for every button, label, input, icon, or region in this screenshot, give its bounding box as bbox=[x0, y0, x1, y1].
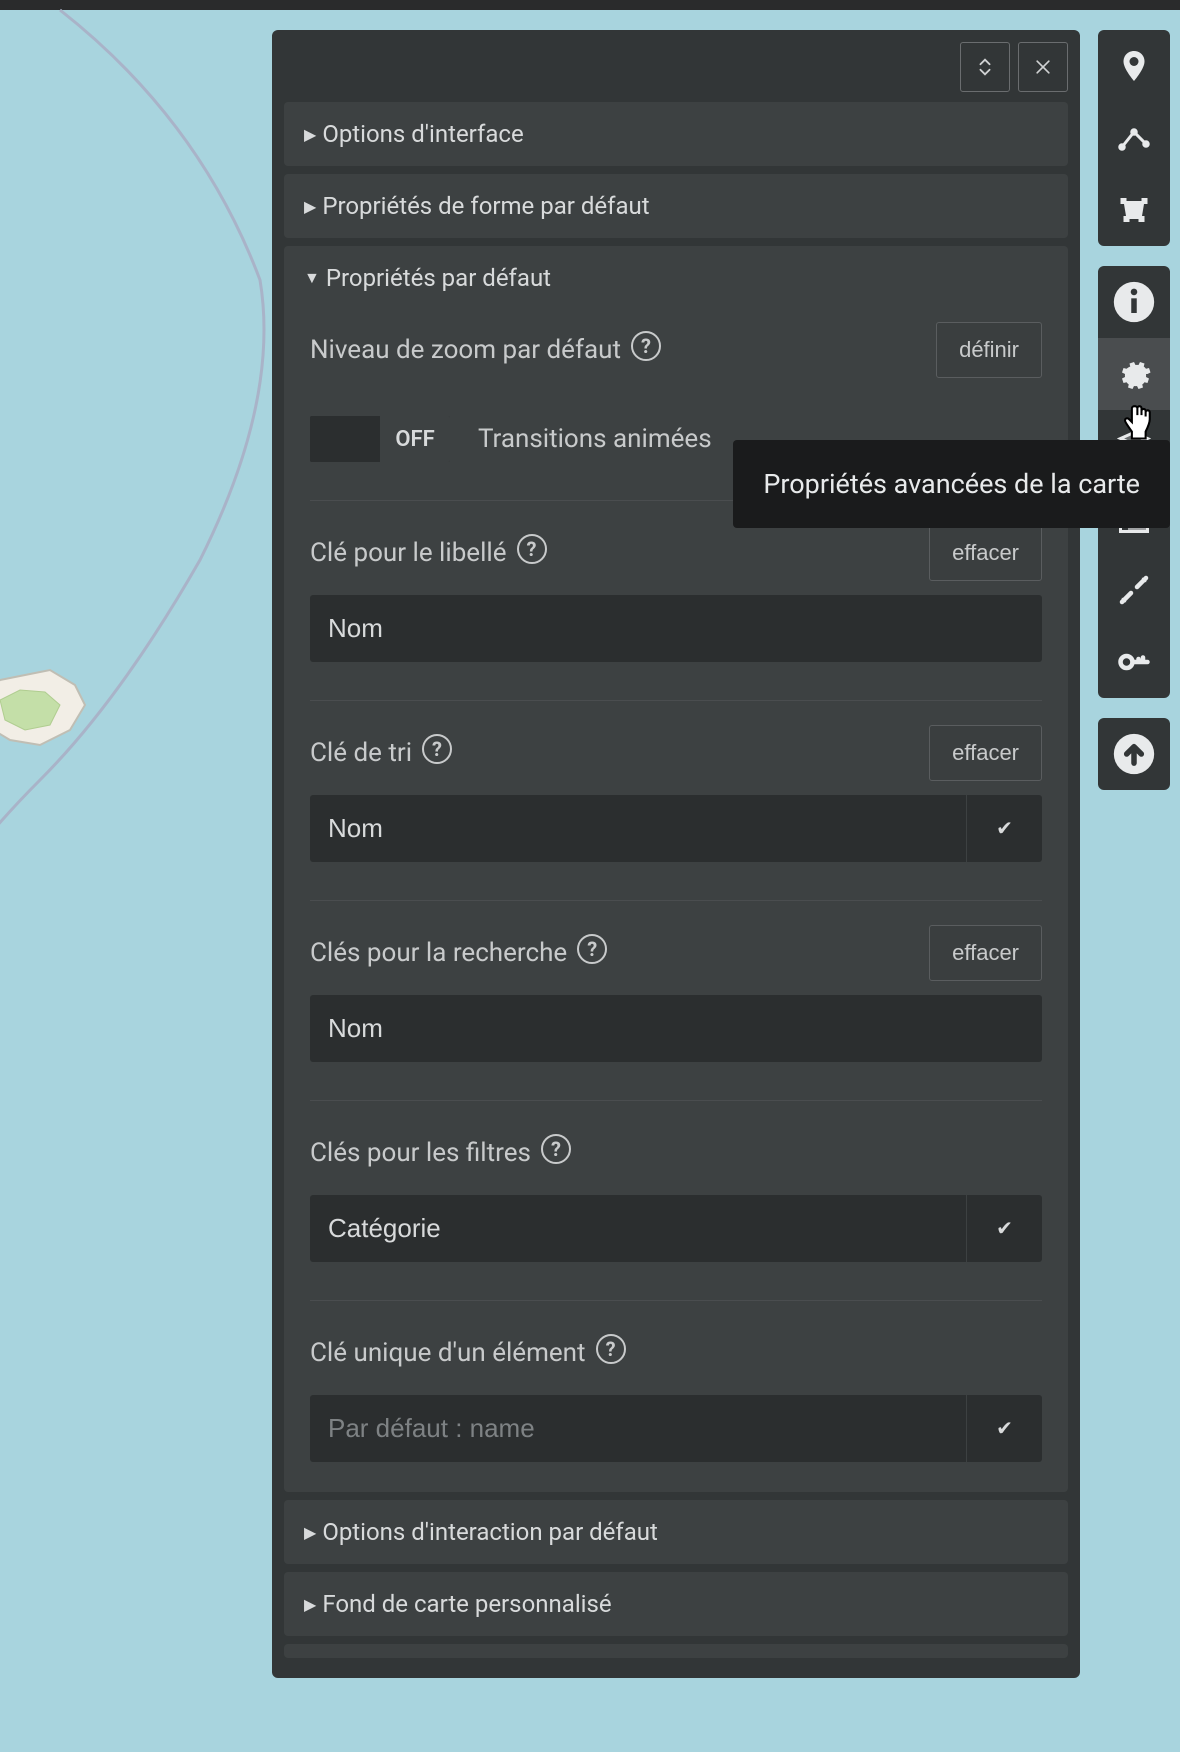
accordion-label: Options d'interface bbox=[322, 120, 523, 148]
filter-keys-input[interactable] bbox=[310, 1195, 966, 1262]
clear-label-key-button[interactable]: effacer bbox=[929, 525, 1042, 581]
label-key-label: Clé pour le libellé bbox=[310, 538, 507, 568]
settings-panel: ▶ Options d'interface ▶ Propriétés de fo… bbox=[272, 30, 1080, 1678]
zoom-label: Niveau de zoom par défaut bbox=[310, 335, 621, 365]
search-keys-input[interactable] bbox=[310, 995, 1042, 1062]
transitions-toggle[interactable]: OFF bbox=[310, 416, 450, 462]
help-icon[interactable]: ? bbox=[596, 1334, 626, 1364]
line-icon bbox=[1116, 120, 1152, 156]
divider bbox=[310, 1300, 1042, 1301]
unique-key-input[interactable] bbox=[310, 1395, 966, 1462]
confirm-sort-key-button[interactable]: ✔ bbox=[966, 795, 1042, 862]
toggle-on-empty bbox=[310, 416, 380, 462]
upload-button[interactable] bbox=[1098, 718, 1170, 790]
tooltip-advanced-properties: Propriétés avancées de la carte bbox=[733, 440, 1170, 528]
row-search-keys: Clés pour la recherche ? effacer bbox=[310, 925, 1042, 1062]
help-icon[interactable]: ? bbox=[517, 534, 547, 564]
row-sort-key: Clé de tri ? effacer ✔ bbox=[310, 725, 1042, 862]
row-label-key: Clé pour le libellé ? effacer bbox=[310, 525, 1042, 662]
row-filter-keys: Clés pour les filtres ? ✔ bbox=[310, 1125, 1042, 1262]
help-icon[interactable]: ? bbox=[422, 734, 452, 764]
polygon-icon bbox=[1116, 192, 1152, 228]
close-button[interactable] bbox=[1018, 42, 1068, 92]
caret-right-icon: ▶ bbox=[304, 197, 316, 216]
draw-marker-button[interactable] bbox=[1098, 30, 1170, 102]
draw-polygon-button[interactable] bbox=[1098, 174, 1170, 246]
unique-key-label: Clé unique d'un élément bbox=[310, 1338, 586, 1368]
accordion-custom-basemap[interactable]: ▶ Fond de carte personnalisé bbox=[284, 1572, 1068, 1636]
accordion-interface-options[interactable]: ▶ Options d'interface bbox=[284, 102, 1068, 166]
search-keys-label: Clés pour la recherche bbox=[310, 938, 567, 968]
info-icon bbox=[1112, 280, 1156, 324]
accordion-label: Propriétés de forme par défaut bbox=[322, 192, 649, 220]
help-icon[interactable]: ? bbox=[541, 1134, 571, 1164]
clear-search-keys-button[interactable]: effacer bbox=[929, 925, 1042, 981]
row-unique-key: Clé unique d'un élément ? ✔ bbox=[310, 1325, 1042, 1462]
divider bbox=[310, 1100, 1042, 1101]
row-default-zoom: Niveau de zoom par défaut ? définir bbox=[310, 322, 1042, 378]
accordion-interaction-defaults[interactable]: ▶ Options d'interaction par défaut bbox=[284, 1500, 1068, 1564]
accordion-default-properties: ▼ Propriétés par défaut Niveau de zoom p… bbox=[284, 246, 1068, 1492]
label-key-input[interactable] bbox=[310, 595, 1042, 662]
accordion-label: Fond de carte personnalisé bbox=[322, 1590, 611, 1618]
upload-group bbox=[1098, 718, 1170, 790]
center-icon bbox=[1116, 572, 1152, 608]
info-button[interactable] bbox=[1098, 266, 1170, 338]
confirm-filter-keys-button[interactable]: ✔ bbox=[966, 1195, 1042, 1262]
gear-icon bbox=[1116, 356, 1152, 392]
sort-key-input[interactable] bbox=[310, 795, 966, 862]
accordion-default-properties-header[interactable]: ▼ Propriétés par défaut bbox=[304, 264, 1048, 292]
accordion-label: Options d'interaction par défaut bbox=[322, 1518, 658, 1546]
help-icon[interactable]: ? bbox=[577, 934, 607, 964]
right-toolbar bbox=[1098, 30, 1170, 790]
draw-line-button[interactable] bbox=[1098, 102, 1170, 174]
divider bbox=[310, 900, 1042, 901]
toggle-off-label: OFF bbox=[380, 416, 450, 462]
caret-right-icon: ▶ bbox=[304, 125, 316, 144]
filter-keys-label: Clés pour les filtres bbox=[310, 1138, 531, 1168]
panel-header bbox=[284, 42, 1068, 102]
permissions-button[interactable] bbox=[1098, 626, 1170, 698]
expand-collapse-button[interactable] bbox=[960, 42, 1010, 92]
draw-tools-group bbox=[1098, 30, 1170, 246]
transitions-label: Transitions animées bbox=[478, 424, 712, 454]
accordion-label: Propriétés par défaut bbox=[326, 264, 551, 292]
clear-sort-key-button[interactable]: effacer bbox=[929, 725, 1042, 781]
confirm-unique-key-button[interactable]: ✔ bbox=[966, 1395, 1042, 1462]
key-icon bbox=[1116, 644, 1152, 680]
marker-icon bbox=[1116, 48, 1152, 84]
accordion-shape-defaults[interactable]: ▶ Propriétés de forme par défaut bbox=[284, 174, 1068, 238]
settings-button[interactable] bbox=[1098, 338, 1170, 410]
divider bbox=[310, 700, 1042, 701]
map-island bbox=[0, 650, 110, 770]
caret-right-icon: ▶ bbox=[304, 1523, 316, 1542]
define-zoom-button[interactable]: définir bbox=[936, 322, 1042, 378]
upload-icon bbox=[1112, 732, 1156, 776]
close-icon bbox=[1033, 57, 1053, 77]
center-button[interactable] bbox=[1098, 554, 1170, 626]
sort-key-label: Clé de tri bbox=[310, 738, 412, 768]
help-icon[interactable]: ? bbox=[631, 331, 661, 361]
expand-collapse-icon bbox=[974, 56, 996, 78]
caret-down-icon: ▼ bbox=[304, 268, 320, 288]
accordion-next-hidden[interactable] bbox=[284, 1644, 1068, 1658]
caret-right-icon: ▶ bbox=[304, 1595, 316, 1614]
